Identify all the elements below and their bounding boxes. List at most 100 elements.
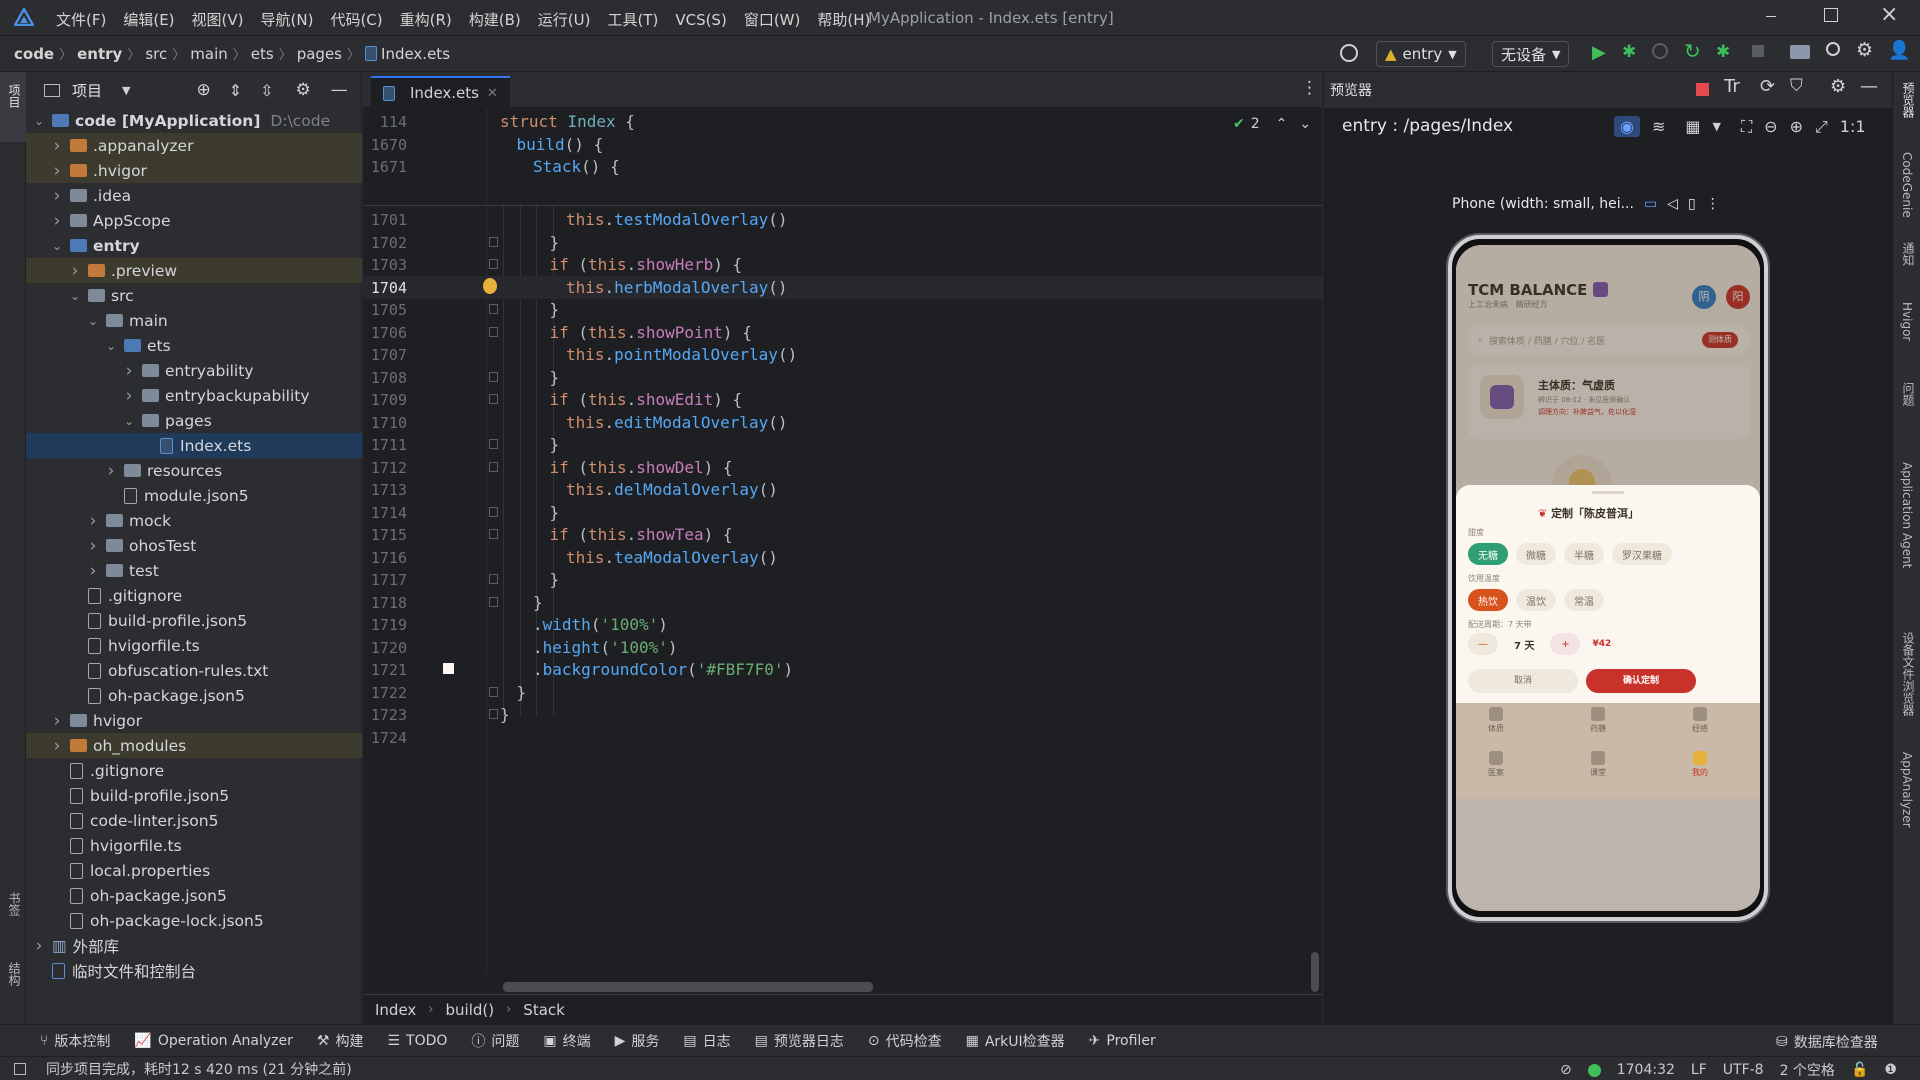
vertical-scrollbar[interactable]	[1311, 952, 1319, 992]
tree-item[interactable]: .gitignore	[26, 758, 362, 783]
rotate-icon[interactable]: ▯	[1688, 196, 1696, 212]
tree-item[interactable]: › .hvigor	[26, 158, 362, 183]
run-config-dropdown[interactable]: ▲ entry ▼	[1376, 41, 1466, 67]
fold-marker-icon[interactable]	[489, 439, 498, 449]
fold-marker-icon[interactable]	[489, 394, 498, 404]
code-line[interactable]: }	[550, 570, 560, 589]
tree-item[interactable]: .gitignore	[26, 583, 362, 608]
nav-item[interactable]: 课堂	[1580, 751, 1616, 778]
tree-item[interactable]: ⌄ code [MyApplication] D:\code	[26, 108, 362, 133]
code-line[interactable]: if (this.showHerb) {	[550, 255, 743, 274]
tree-item[interactable]: › oh_modules	[26, 733, 362, 758]
tree-item[interactable]: › AppScope	[26, 208, 362, 233]
fit-icon[interactable]: ⛶	[1741, 117, 1752, 137]
bottom-tool-button[interactable]: ▦ ArkUI检查器	[966, 1031, 1065, 1051]
locate-icon[interactable]: ⊕	[196, 80, 210, 100]
nav-item[interactable]: 医案	[1478, 751, 1514, 778]
code-line[interactable]: }	[533, 593, 543, 612]
crumb-stack[interactable]: Stack	[523, 1001, 565, 1019]
bottom-tool-button[interactable]: ☰ TODO	[387, 1033, 447, 1049]
notifications-icon[interactable]: ❶	[1884, 1062, 1897, 1078]
increase-button[interactable]: +	[1550, 633, 1581, 655]
right-tool-label[interactable]: Application Agent	[1900, 462, 1914, 568]
debug-icon[interactable]: ✱	[1622, 42, 1636, 62]
tree-item[interactable]: › test	[26, 558, 362, 583]
chevron-right-icon[interactable]: ›	[68, 261, 82, 281]
fold-marker-icon[interactable]	[489, 236, 498, 247]
panel-toggle-icon[interactable]	[14, 1062, 26, 1075]
code-line[interactable]: }	[550, 503, 560, 522]
option-chip[interactable]: 微糖	[1516, 543, 1556, 565]
breadcrumb-file[interactable]: Index.ets	[381, 45, 450, 63]
chevron-right-icon[interactable]: ›	[32, 936, 46, 956]
code-line[interactable]: this.pointModalOverlay()	[566, 345, 797, 364]
fold-marker-icon[interactable]	[489, 529, 498, 539]
fold-marker-icon[interactable]	[489, 709, 498, 719]
tree-item[interactable]: › ohosTest	[26, 533, 362, 558]
bottom-tool-button[interactable]: ⊙ 代码检查	[868, 1031, 942, 1051]
project-tool-button[interactable]: 项目	[0, 72, 26, 142]
rerun-icon[interactable]: ↻	[1684, 39, 1701, 63]
tree-item[interactable]: ⌄ pages	[26, 408, 362, 433]
code-line[interactable]: .height('100%')	[533, 638, 678, 657]
chevron-right-icon[interactable]: ›	[50, 736, 64, 756]
settings-gear-icon[interactable]: ⚙	[1856, 39, 1873, 61]
line-separator[interactable]: LF	[1691, 1062, 1707, 1078]
fold-marker-icon[interactable]	[489, 326, 498, 337]
breadcrumb-main[interactable]: main	[190, 45, 227, 63]
no-sync-icon[interactable]: ⊘	[1560, 1062, 1572, 1078]
code-line[interactable]: this.delModalOverlay()	[566, 480, 778, 499]
bookmarks-tool-label[interactable]: 书签	[6, 892, 23, 916]
crumb-build[interactable]: build()	[446, 1001, 495, 1019]
tab-index-ets[interactable]: Index.ets ✕	[371, 76, 510, 108]
file-encoding[interactable]: UTF-8	[1723, 1062, 1764, 1078]
menu-item[interactable]: 帮助(H)	[817, 9, 870, 30]
tree-item[interactable]: module.json5	[26, 483, 362, 508]
menu-item[interactable]: 编辑(E)	[123, 9, 174, 30]
right-tool-label[interactable]: Hvigor	[1900, 302, 1914, 341]
next-highlight-icon[interactable]: ⌄	[1299, 116, 1311, 132]
zoom-in-icon[interactable]: ⊕	[1790, 117, 1803, 136]
chevron-down-icon[interactable]: ⌄	[86, 314, 100, 328]
fold-marker-icon[interactable]	[489, 686, 498, 697]
code-line[interactable]: build() {	[517, 135, 604, 154]
cancel-button[interactable]: 取消	[1468, 669, 1578, 693]
chevron-down-icon[interactable]: ⌄	[50, 239, 64, 253]
menu-item[interactable]: 导航(N)	[261, 9, 314, 30]
hide-panel-icon[interactable]: —	[331, 80, 348, 100]
code-line[interactable]: if (this.showTea) {	[550, 525, 733, 544]
chevron-right-icon[interactable]: ›	[50, 711, 64, 731]
nav-item[interactable]: 体质	[1478, 707, 1514, 734]
right-tool-label[interactable]: CodeGenie	[1900, 152, 1914, 218]
menu-item[interactable]: 运行(U)	[538, 9, 591, 30]
more-icon[interactable]: ⋮	[1301, 78, 1318, 98]
bottom-tool-button[interactable]: ▶ 服务	[615, 1031, 660, 1051]
indent-setting[interactable]: 2 个空格	[1780, 1060, 1835, 1080]
tree-item[interactable]: › .idea	[26, 183, 362, 208]
option-chip[interactable]: 温饮	[1516, 589, 1556, 611]
search-icon[interactable]	[1826, 42, 1840, 56]
device-icon[interactable]: ▭	[1644, 196, 1657, 212]
code-line[interactable]: }	[550, 435, 560, 454]
tree-item[interactable]: Index.ets	[26, 433, 362, 458]
settings-icon[interactable]: ⚙	[1830, 76, 1846, 97]
code-line[interactable]: }	[550, 368, 560, 387]
bottom-tool-button[interactable]: ⚒ 构建	[317, 1031, 364, 1051]
tree-item[interactable]: local.properties	[26, 858, 362, 883]
chevron-right-icon[interactable]: ›	[122, 361, 136, 381]
chevron-right-icon[interactable]: ›	[86, 511, 100, 531]
code-line[interactable]: this.editModalOverlay()	[566, 413, 788, 432]
chevron-down-icon[interactable]: ⌄	[32, 114, 46, 128]
tree-item[interactable]: build-profile.json5	[26, 783, 362, 808]
caret-position[interactable]: 1704:32	[1617, 1062, 1675, 1078]
chevron-right-icon[interactable]: ›	[50, 211, 64, 231]
panel-settings-icon[interactable]: ⚙	[296, 80, 311, 100]
tree-item[interactable]: build-profile.json5	[26, 608, 362, 633]
tree-item[interactable]: ⌄ ets	[26, 333, 362, 358]
breadcrumb-src[interactable]: src	[145, 45, 167, 63]
fold-marker-icon[interactable]	[489, 506, 498, 517]
code-line[interactable]: this.herbModalOverlay()	[566, 278, 788, 297]
lock-icon[interactable]: 🔓	[1851, 1062, 1868, 1078]
fold-marker-icon[interactable]	[489, 304, 498, 314]
attach-debugger-icon[interactable]: ✱	[1716, 42, 1730, 62]
